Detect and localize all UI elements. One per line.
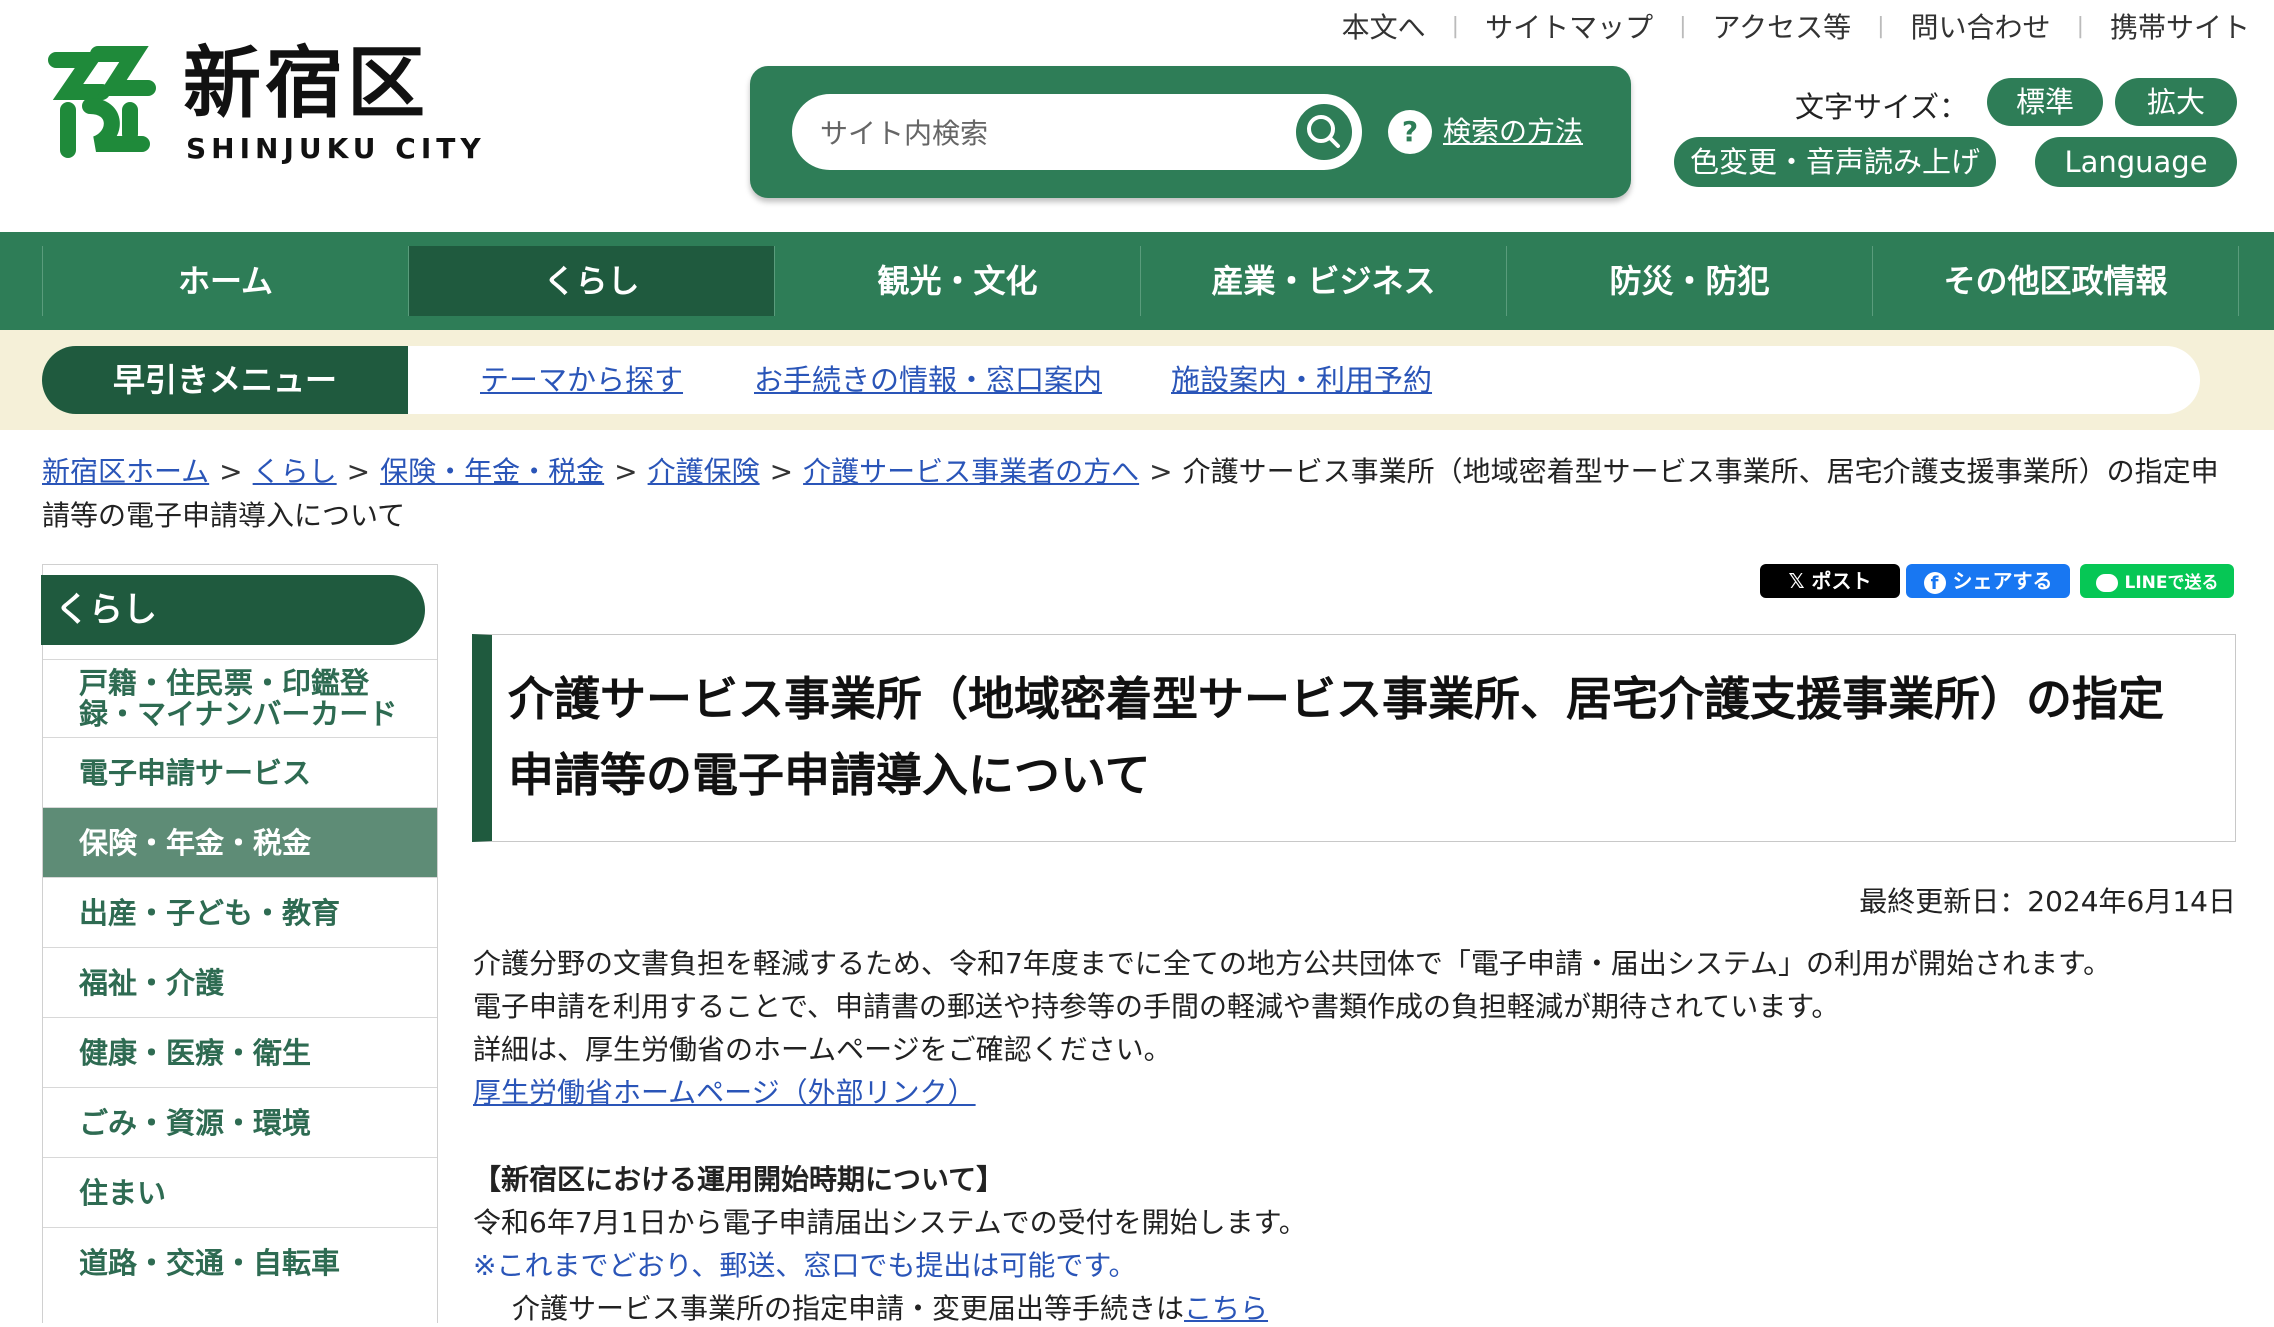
start-date-text: 令和6年7月1日から電子申請届出システムでの受付を開始します。 <box>473 1206 1307 1239</box>
facebook-icon: f <box>1923 571 1946 594</box>
color-speech-button[interactable]: 色変更・音声読み上げ <box>1674 137 1996 187</box>
sitemap-link[interactable]: サイトマップ <box>1459 6 1679 46</box>
sidebar-item-label: 道路・交通・自転車 <box>79 1246 341 1280</box>
search-panel: ? 検索の方法 <box>750 66 1631 198</box>
sidebar-item-insurance[interactable]: 保険・年金・税金 <box>43 807 437 877</box>
sidebar-item-welfare[interactable]: 福祉・介護 <box>43 947 437 1017</box>
link-separator: | <box>1679 13 1687 39</box>
note-text: ※これまでどおり、郵送、窓口でも提出は可能です。 <box>473 1249 1137 1282</box>
access-link[interactable]: アクセス等 <box>1687 6 1878 46</box>
contact-link[interactable]: 問い合わせ <box>1885 6 2077 46</box>
x-icon: 𝕏 <box>1788 569 1812 593</box>
quick-link-procedures[interactable]: お手続きの情報・窓口案内 <box>754 346 1102 414</box>
sidebar-item-e-application[interactable]: 電子申請サービス <box>43 737 437 807</box>
site-title[interactable]: 新宿区 <box>183 45 429 123</box>
page-title-box: 介護サービス事業所（地域密着型サービス事業所、居宅介護支援事業所）の指定申請等の… <box>472 634 2236 842</box>
nav-home[interactable]: ホーム <box>42 246 408 316</box>
quick-link-facilities[interactable]: 施設案内・利用予約 <box>1171 346 1432 414</box>
search-help-link[interactable]: 検索の方法 <box>1443 110 1583 150</box>
sidebar-item-label: 電子申請サービス <box>79 756 312 790</box>
body-paragraph: 詳細は、厚生労働省のホームページをご確認ください。 <box>473 1033 1172 1066</box>
search-input[interactable] <box>818 94 1262 172</box>
share-x-button[interactable]: 𝕏 ポスト <box>1760 564 1900 598</box>
search-box <box>792 94 1362 172</box>
breadcrumb-link-care-insurance[interactable]: 介護保険 <box>648 455 760 488</box>
breadcrumb-link-living[interactable]: くらし <box>253 455 337 488</box>
breadcrumb-link-insurance[interactable]: 保険・年金・税金 <box>380 455 604 488</box>
link-separator: | <box>2076 13 2084 39</box>
quick-link-theme[interactable]: テーマから探す <box>480 346 683 414</box>
sidebar-item-roads[interactable]: 道路・交通・自転車 <box>43 1227 437 1297</box>
page-title: 介護サービス事業所（地域密着型サービス事業所、居宅介護支援事業所）の指定申請等の… <box>508 672 2164 802</box>
sidebar-heading[interactable]: くらし <box>41 575 425 645</box>
procedure-text: 介護サービス事業所の指定申請・変更届出等手続きはこちら <box>512 1287 1268 1327</box>
section-heading: 【新宿区における運用開始時期について】 <box>473 1163 1005 1196</box>
shinjuku-logo-icon[interactable] <box>38 40 168 170</box>
breadcrumb-separator: > <box>769 455 794 488</box>
sidebar-item-waste[interactable]: ごみ・資源・環境 <box>43 1087 437 1157</box>
nav-living[interactable]: くらし <box>408 246 774 316</box>
share-facebook-label: シェアする <box>1952 569 2053 593</box>
share-facebook-button[interactable]: f シェアする <box>1906 564 2070 598</box>
sidebar-item-childbirth[interactable]: 出産・子ども・教育 <box>43 877 437 947</box>
global-nav: ホーム くらし 観光・文化 産業・ビジネス 防災・防犯 その他区政情報 <box>0 232 2274 330</box>
nav-industry-business[interactable]: 産業・ビジネス <box>1140 246 1506 316</box>
font-size-standard-button[interactable]: 標準 <box>1987 78 2103 126</box>
nav-tourism-culture[interactable]: 観光・文化 <box>774 246 1140 316</box>
skip-to-content-link[interactable]: 本文へ <box>1316 6 1452 46</box>
breadcrumb-separator: > <box>346 455 371 488</box>
sidebar-item-label: 保険・年金・税金 <box>79 826 312 860</box>
sidebar-item-family-register[interactable]: 戸籍・住民票・印鑑登録・マイナンバーカード <box>43 659 437 737</box>
breadcrumb-link-home[interactable]: 新宿区ホーム <box>42 455 209 488</box>
font-size-label: 文字サイズ： <box>1795 90 1969 124</box>
breadcrumb: 新宿区ホーム > くらし > 保険・年金・税金 > 介護保険 > 介護サービス事業者の方へ > 介護… <box>42 450 2232 538</box>
nav-other-admin[interactable]: その他区政情報 <box>1872 246 2239 316</box>
sidebar-item-health[interactable]: 健康・医療・衛生 <box>43 1017 437 1087</box>
mhlw-external-link[interactable]: 厚生労働省ホームページ（外部リンク） <box>473 1071 976 1111</box>
line-icon <box>2095 573 2118 592</box>
sidebar-item-label: 住まい <box>79 1176 167 1210</box>
mobile-site-link[interactable]: 携帯サイト <box>2084 6 2250 46</box>
share-x-label: ポスト <box>1811 569 1872 593</box>
site-title-en: SHINJUKU CITY <box>186 132 486 165</box>
sidebar-item-housing[interactable]: 住まい <box>43 1157 437 1227</box>
share-line-button[interactable]: LINEで送る <box>2080 564 2234 598</box>
sidebar-item-label: 出産・子ども・教育 <box>79 896 341 930</box>
breadcrumb-link-care-providers[interactable]: 介護サービス事業者の方へ <box>803 455 1139 488</box>
font-size-enlarge-button[interactable]: 拡大 <box>2115 78 2237 126</box>
breadcrumb-separator: > <box>614 455 638 488</box>
search-icon <box>1307 115 1340 148</box>
search-button[interactable] <box>1292 100 1356 164</box>
body-paragraph: 電子申請を利用することで、申請書の郵送や持参等の手間の軽減や書類作成の負担軽減が… <box>473 990 1840 1023</box>
sidebar-item-label: ごみ・資源・環境 <box>79 1106 312 1140</box>
sidebar-item-label: 福祉・介護 <box>79 966 225 1000</box>
procedure-link[interactable]: こちら <box>1184 1292 1268 1325</box>
sidebar-item-label: 戸籍・住民票・印鑑登録・マイナンバーカード <box>79 666 398 731</box>
share-line-label: LINEで送る <box>2124 573 2219 593</box>
sidebar: くらし 戸籍・住民票・印鑑登録・マイナンバーカード 電子申請サービス 保険・年金… <box>41 564 438 1323</box>
utility-links: 本文へ | サイトマップ | アクセス等 | 問い合わせ | 携帯サイト <box>1316 6 2250 46</box>
body-paragraph: 介護分野の文書負担を軽減するため、令和7年度までに全ての地方公共団体で「電子申請… <box>473 947 2112 980</box>
link-separator: | <box>1877 13 1885 39</box>
help-icon[interactable]: ? <box>1388 110 1432 154</box>
breadcrumb-separator: > <box>1149 455 1173 488</box>
quick-menu-label: 早引きメニュー <box>42 346 408 414</box>
link-separator: | <box>1451 13 1460 39</box>
language-button[interactable]: Language <box>2035 137 2237 187</box>
procedure-label: 介護サービス事業所の指定申請・変更届出等手続きは <box>512 1292 1185 1325</box>
sidebar-item-label: 健康・医療・衛生 <box>79 1036 312 1070</box>
last-updated: 最終更新日：2024年6月14日 <box>1859 885 2236 918</box>
breadcrumb-separator: > <box>219 455 243 488</box>
nav-disaster-crime[interactable]: 防災・防犯 <box>1506 246 1872 316</box>
